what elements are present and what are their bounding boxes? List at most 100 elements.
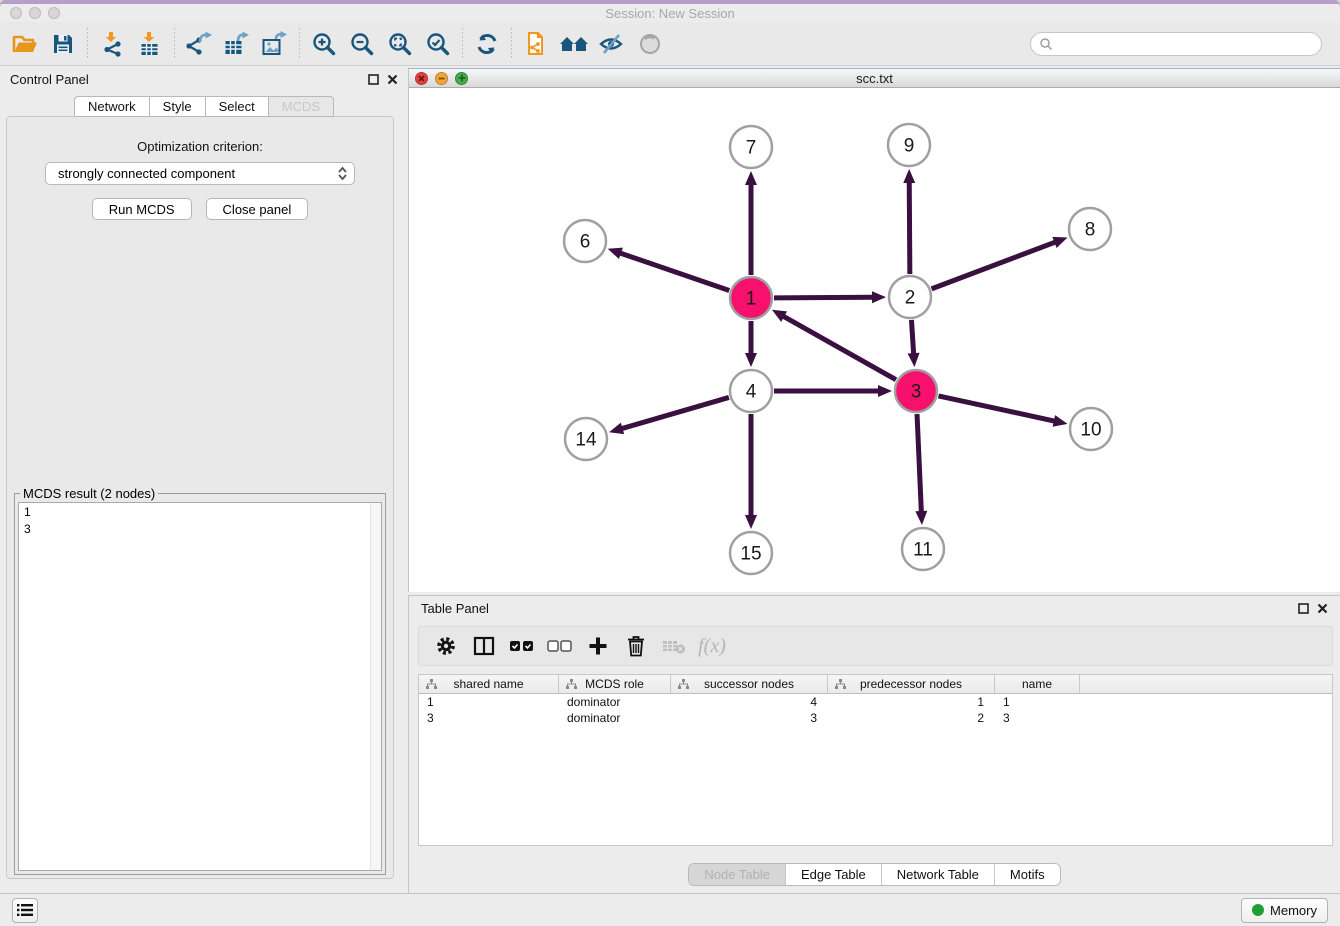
window-title: Session: New Session [0, 6, 1340, 21]
open-session-button[interactable] [6, 27, 44, 61]
network-maximize-button[interactable] [455, 72, 468, 85]
network-canvas[interactable]: 7 9 6 8 1 2 4 3 14 10 15 11 [409, 88, 1339, 592]
graph-node-11[interactable]: 11 [902, 528, 944, 570]
export-table-button[interactable] [218, 27, 256, 61]
graph-node-7[interactable]: 7 [730, 126, 772, 168]
graph-edge-3-11[interactable] [917, 414, 921, 512]
graph-edge-2-9[interactable] [909, 182, 910, 274]
select-all-rows-button[interactable] [505, 630, 539, 662]
network-minimize-button[interactable] [435, 72, 448, 85]
import-table-button[interactable] [131, 27, 169, 61]
network-close-button[interactable] [415, 72, 428, 85]
list-icon [17, 903, 33, 917]
export-network-icon [185, 31, 213, 57]
node-table[interactable]: shared name MCDS role successor nodes [418, 674, 1333, 846]
import-network-button[interactable] [93, 27, 131, 61]
toggle-panel-layout-button[interactable] [467, 630, 501, 662]
svg-text:7: 7 [746, 138, 757, 159]
tab-select[interactable]: Select [205, 96, 268, 117]
graph-node-14[interactable]: 14 [565, 418, 607, 460]
close-panel-button[interactable]: Close panel [206, 198, 309, 220]
svg-text:3: 3 [911, 382, 922, 403]
memory-label: Memory [1270, 903, 1317, 918]
hide-graphics-button[interactable] [593, 27, 631, 61]
graph-edge-4-14[interactable] [622, 397, 729, 428]
graph-node-2[interactable]: 2 [889, 276, 931, 318]
attribute-icon [426, 679, 437, 689]
refresh-icon [474, 31, 500, 57]
graph-edge-2-3[interactable] [911, 320, 913, 354]
graph-edge-3-1[interactable] [783, 316, 896, 380]
zoom-out-button[interactable] [343, 27, 381, 61]
network-graph[interactable]: 7 9 6 8 1 2 4 3 14 10 15 11 [409, 88, 1339, 592]
run-mcds-button[interactable]: Run MCDS [92, 198, 192, 220]
function-builder-button[interactable]: f(x) [695, 630, 729, 662]
tab-mcds[interactable]: MCDS [268, 96, 334, 117]
tab-motifs[interactable]: Motifs [994, 864, 1060, 885]
clone-network-button[interactable] [517, 27, 555, 61]
graph-node-4[interactable]: 4 [730, 370, 772, 412]
search-box[interactable] [1030, 32, 1322, 56]
graph-node-6[interactable]: 6 [564, 220, 606, 262]
mcds-result-textarea[interactable]: 1 3 [18, 502, 382, 871]
delete-table-button[interactable] [657, 630, 691, 662]
refresh-view-button[interactable] [468, 27, 506, 61]
graph-edge-2-8[interactable] [932, 242, 1056, 289]
network-window-titlebar[interactable]: scc.txt [409, 69, 1340, 88]
column-header-predecessor-nodes[interactable]: predecessor nodes [828, 675, 995, 693]
float-panel-icon[interactable] [1298, 603, 1309, 614]
graph-node-1[interactable]: 1 [730, 277, 772, 319]
graph-edge-1-6[interactable] [620, 253, 729, 291]
svg-text:14: 14 [575, 430, 597, 451]
column-header-shared-name[interactable]: shared name [419, 675, 559, 693]
save-session-button[interactable] [44, 27, 82, 61]
column-header-name[interactable]: name [995, 675, 1080, 693]
criterion-select[interactable]: strongly connected component [45, 162, 355, 185]
tab-network-table[interactable]: Network Table [881, 864, 994, 885]
delete-table-icon [662, 637, 686, 655]
status-bar: Memory [0, 893, 1340, 926]
attribute-icon [835, 679, 846, 689]
app-window: Session: New Session [0, 0, 1340, 926]
svg-text:9: 9 [904, 136, 915, 157]
graph-node-8[interactable]: 8 [1069, 208, 1111, 250]
close-panel-icon[interactable] [387, 74, 398, 85]
tab-style[interactable]: Style [149, 96, 205, 117]
table-settings-button[interactable] [429, 630, 463, 662]
add-column-button[interactable] [581, 630, 615, 662]
export-network-button[interactable] [180, 27, 218, 61]
tab-node-table[interactable]: Node Table [689, 864, 785, 885]
column-header-successor-nodes[interactable]: successor nodes [671, 675, 828, 693]
graph-edge-1-2[interactable] [774, 297, 873, 298]
show-graphics-button[interactable] [631, 27, 669, 61]
zoom-selected-button[interactable] [419, 27, 457, 61]
search-input[interactable] [1053, 37, 1313, 51]
tab-edge-table[interactable]: Edge Table [785, 864, 881, 885]
svg-text:10: 10 [1080, 420, 1101, 441]
table-row[interactable]: 1 dominator 4 1 1 [419, 694, 1332, 710]
delete-column-button[interactable] [619, 630, 653, 662]
graph-node-3[interactable]: 3 [895, 370, 937, 412]
memory-button[interactable]: Memory [1241, 898, 1328, 923]
graph-node-15[interactable]: 15 [730, 532, 772, 574]
deselect-all-rows-button[interactable] [543, 630, 577, 662]
table-row[interactable]: 3 dominator 3 2 3 [419, 710, 1332, 726]
attribute-icon [566, 679, 577, 689]
export-table-icon [223, 31, 251, 57]
zoom-in-button[interactable] [305, 27, 343, 61]
svg-text:1: 1 [746, 289, 757, 310]
graph-edge-3-10[interactable] [938, 396, 1054, 421]
task-history-button[interactable] [12, 898, 38, 923]
zoom-fit-button[interactable] [381, 27, 419, 61]
float-panel-icon[interactable] [368, 74, 379, 85]
home-button[interactable] [555, 27, 593, 61]
close-panel-icon[interactable] [1317, 603, 1328, 614]
svg-text:2: 2 [905, 288, 916, 309]
tab-network[interactable]: Network [74, 96, 149, 117]
result-scrollbar[interactable] [370, 503, 381, 870]
graph-node-9[interactable]: 9 [888, 124, 930, 166]
column-header-mcds-role[interactable]: MCDS role [559, 675, 671, 693]
graph-node-10[interactable]: 10 [1070, 408, 1112, 450]
export-image-button[interactable] [256, 27, 294, 61]
zoom-selected-icon [425, 31, 451, 57]
